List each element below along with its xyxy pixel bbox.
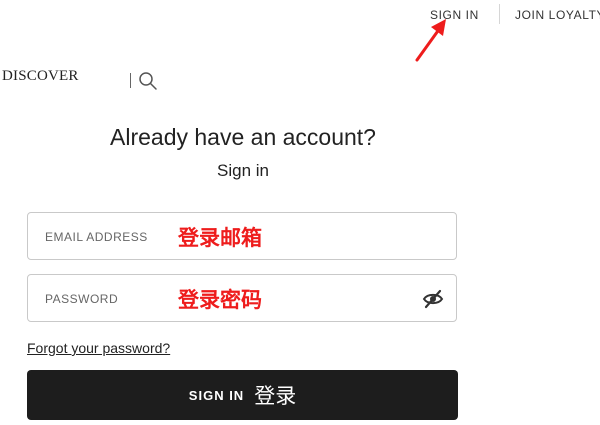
sign-in-button-annotation: 登录 [254, 385, 297, 408]
sign-in-button[interactable]: SIGN IN 登录 [27, 370, 458, 420]
email-field[interactable]: EMAIL ADDRESS 登录邮箱 [27, 212, 457, 260]
email-annotation: 登录邮箱 [178, 227, 262, 250]
password-field[interactable]: PASSWORD 登录密码 [27, 274, 457, 322]
login-page: SIGN IN JOIN LOYALTY DISCOVER Already ha… [0, 0, 600, 425]
eye-slash-icon[interactable] [422, 288, 444, 310]
email-placeholder: EMAIL ADDRESS [45, 230, 148, 244]
page-subtitle: Sign in [217, 161, 269, 180]
password-annotation: 登录密码 [178, 289, 262, 312]
search-button[interactable] [138, 71, 158, 91]
brand-logo[interactable]: DISCOVER [2, 68, 79, 85]
page-title: Already have an account? [110, 124, 376, 150]
red-arrow-icon [415, 19, 446, 62]
password-placeholder: PASSWORD [45, 292, 119, 306]
sign-in-button-label: SIGN IN [188, 387, 245, 403]
brand-search-divider [130, 73, 131, 88]
top-nav-divider [499, 4, 500, 24]
forgot-password-link[interactable]: Forgot your password? [27, 340, 170, 356]
top-nav-join-loyalty-link[interactable]: JOIN LOYALTY [515, 8, 600, 22]
search-icon [139, 72, 157, 90]
